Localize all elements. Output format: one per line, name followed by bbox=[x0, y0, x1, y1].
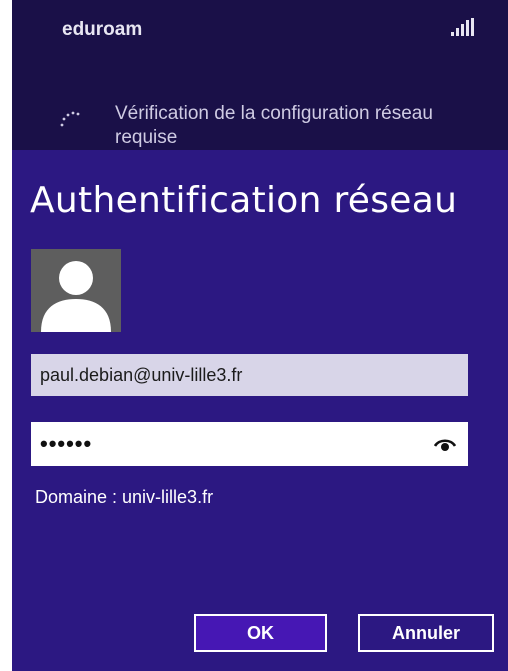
dialog-title: Authentification réseau bbox=[30, 180, 458, 221]
eye-icon[interactable] bbox=[434, 436, 456, 452]
spinner-icon bbox=[60, 111, 80, 127]
ok-button[interactable]: OK bbox=[194, 614, 327, 652]
network-status-text: Vérification de la configuration réseau … bbox=[115, 103, 433, 148]
password-masked-value: •••••• bbox=[40, 431, 93, 456]
password-field[interactable]: •••••• bbox=[31, 422, 468, 466]
user-avatar-icon bbox=[31, 249, 121, 332]
auth-dialog: Authentification réseau paul.debian@univ… bbox=[12, 150, 508, 671]
signal-bars-icon bbox=[451, 18, 474, 36]
cancel-button[interactable]: Annuler bbox=[358, 614, 494, 652]
username-field[interactable]: paul.debian@univ-lille3.fr bbox=[31, 354, 468, 396]
network-auth-panel: eduroam Vérification de la configuration… bbox=[12, 0, 508, 671]
network-name[interactable]: eduroam bbox=[62, 19, 142, 41]
network-list-area: eduroam Vérification de la configuration… bbox=[12, 0, 508, 150]
domain-label: Domaine : univ-lille3.fr bbox=[35, 487, 214, 507]
